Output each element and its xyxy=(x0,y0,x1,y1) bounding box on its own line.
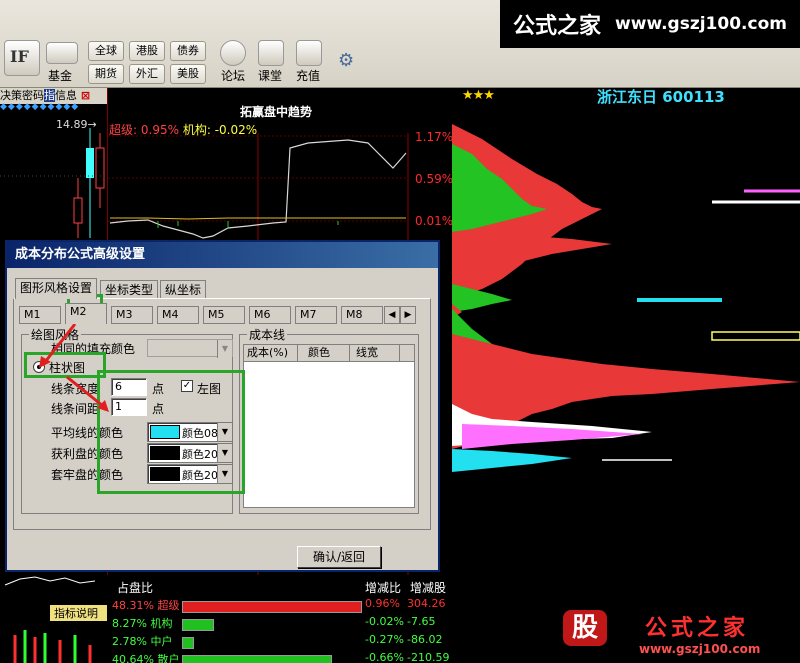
cost-line-table-header: 成本(%) 颜色 线宽 xyxy=(244,345,414,362)
subtab-m7[interactable]: M7 xyxy=(295,306,337,324)
row-label: 2.78% 中户 xyxy=(112,635,173,648)
fund-label[interactable]: 基金 xyxy=(48,67,72,84)
subtab-m4[interactable]: M4 xyxy=(157,306,199,324)
forum-icon[interactable] xyxy=(220,40,246,66)
watermark-top: 公式之家 www.gszj100.com xyxy=(500,0,800,48)
tab-y-axis[interactable]: 纵坐标 xyxy=(160,280,207,299)
fill-color-dropdown-icon[interactable]: ▼ xyxy=(217,340,232,358)
subtab-m2[interactable]: M2 xyxy=(65,303,107,324)
row-shares: -210.59 xyxy=(407,651,450,663)
row-label: 40.64% 散户 xyxy=(112,653,180,663)
table-row: 48.31% 超级 0.96% 304.26 xyxy=(107,597,452,615)
super-value: 0.95% xyxy=(140,123,179,137)
table-row: 8.27% 机构 -0.02% -7.65 xyxy=(107,615,452,633)
row-shares: -86.02 xyxy=(407,633,443,646)
pct-mid-label: 0.59% xyxy=(415,172,454,186)
futures-button[interactable]: 期货 xyxy=(88,64,124,84)
settings-gear-icon[interactable]: ⚙ xyxy=(338,50,354,71)
cost-distribution-chart xyxy=(452,124,800,472)
tab-graph-style[interactable]: 图形风格设置 xyxy=(15,278,98,299)
institution-value: -0.02% xyxy=(214,123,258,137)
watermark-brand: 公式之家 xyxy=(513,13,602,39)
recharge-icon[interactable] xyxy=(296,40,322,66)
bonds-button[interactable]: 债券 xyxy=(170,41,206,61)
recharge-label[interactable]: 充值 xyxy=(296,67,320,84)
table-row: 40.64% 散户 -0.66% -210.59 xyxy=(107,651,452,663)
subtab-m6[interactable]: M6 xyxy=(249,306,291,324)
institution-label: 机构: xyxy=(182,123,211,137)
us-stocks-button[interactable]: 美股 xyxy=(170,64,206,84)
col-change-shares: 增减股 xyxy=(410,581,447,595)
subtab-m8[interactable]: M8 xyxy=(341,306,383,324)
pct-top-label: 1.17% xyxy=(415,130,454,144)
fill-color-combo[interactable]: ▼ xyxy=(147,339,233,358)
rating-stars: ★★★ xyxy=(462,88,495,103)
col-cost-pct[interactable]: 成本(%) xyxy=(244,345,298,361)
watermark-url: www.gszj100.com xyxy=(615,14,787,34)
subtab-m5[interactable]: M5 xyxy=(203,306,245,324)
forum-label[interactable]: 论坛 xyxy=(221,67,245,84)
col-change-ratio: 增减比 xyxy=(365,581,402,595)
ratio-bar xyxy=(182,655,332,663)
if-futures-icon[interactable]: IF xyxy=(4,40,40,76)
indicator-help-label: 指标说明 xyxy=(54,606,98,620)
classroom-label[interactable]: 课堂 xyxy=(258,67,282,84)
row-label: 48.31% 超级 xyxy=(112,599,180,612)
ratio-bar xyxy=(182,601,362,613)
holding-ratio-header: 占盘比 xyxy=(117,581,154,595)
subtab-scroll-right[interactable]: ▶ xyxy=(400,306,416,324)
row-change: 0.96% xyxy=(365,597,400,610)
table-row: 2.78% 中户 -0.27% -86.02 xyxy=(107,633,452,651)
forex-button[interactable]: 外汇 xyxy=(129,64,165,84)
tab-axis-type[interactable]: 坐标类型 xyxy=(100,280,159,299)
subtab-scroll-left[interactable]: ◀ xyxy=(384,306,400,324)
super-label: 超级: xyxy=(109,123,138,137)
row-change: -0.27% xyxy=(365,633,404,646)
line-spacing-label: 线条间距 xyxy=(51,402,100,416)
left-bottom-volume: 指标说明 xyxy=(0,575,107,663)
line-width-label: 线条宽度 xyxy=(51,382,100,396)
watermark-bottom: 股 公式之家 www.gszj100.com xyxy=(555,604,800,663)
watermark-brand: 公式之家 xyxy=(645,615,750,641)
watermark-url: www.gszj100.com xyxy=(639,642,761,656)
subtab-m1[interactable]: M1 xyxy=(19,306,61,324)
global-button[interactable]: 全球 xyxy=(88,41,124,61)
cost-line-table[interactable]: 成本(%) 颜色 线宽 xyxy=(243,344,415,508)
ratio-bar xyxy=(182,619,214,631)
col-line-width[interactable]: 线宽 xyxy=(350,345,400,361)
col-color[interactable]: 颜色 xyxy=(298,345,350,361)
ratio-bar xyxy=(182,637,194,649)
highlight-settings-block xyxy=(97,370,245,494)
confirm-return-button[interactable]: 确认/返回 xyxy=(297,546,381,568)
row-shares: 304.26 xyxy=(407,597,446,610)
watermark-logo: 股 xyxy=(563,610,607,646)
highlight-bar-radio xyxy=(24,352,106,378)
hk-stocks-button[interactable]: 港股 xyxy=(129,41,165,61)
cost-line-legend: 成本线 xyxy=(247,326,288,343)
row-change: -0.66% xyxy=(365,651,404,663)
row-change: -0.02% xyxy=(365,615,404,628)
dialog-title: 成本分布公式高级设置 xyxy=(7,242,438,268)
if-icon-label: IF xyxy=(10,47,29,66)
cost-distribution-settings-dialog: 成本分布公式高级设置 图形风格设置 坐标类型 纵坐标 M1 M2 M3 M4 M… xyxy=(5,240,440,572)
fund-icon[interactable] xyxy=(46,42,78,64)
chart-title: 拓赢盘中趋势 xyxy=(240,105,313,119)
subtab-bar: M1 M2 M3 M4 M5 M6 M7 M8 ◀ ▶ xyxy=(19,303,419,326)
top-toolbar: IF 基金 全球 港股 债券 期货 外汇 美股 论坛 课堂 充值 ⚙ 公式之家 … xyxy=(0,0,800,88)
classroom-icon[interactable] xyxy=(258,40,284,66)
holding-ratio-panel: 占盘比 增减比 增减股 48.31% 超级 0.96% 304.26 8.27%… xyxy=(107,575,452,663)
row-label: 8.27% 机构 xyxy=(112,617,173,630)
row-shares: -7.65 xyxy=(407,615,436,628)
subtab-m3[interactable]: M3 xyxy=(111,306,153,324)
chart-stats-line: 超级: 0.95% 机构: -0.02% xyxy=(109,121,257,138)
pct-low-label: 0.01% xyxy=(415,214,454,228)
